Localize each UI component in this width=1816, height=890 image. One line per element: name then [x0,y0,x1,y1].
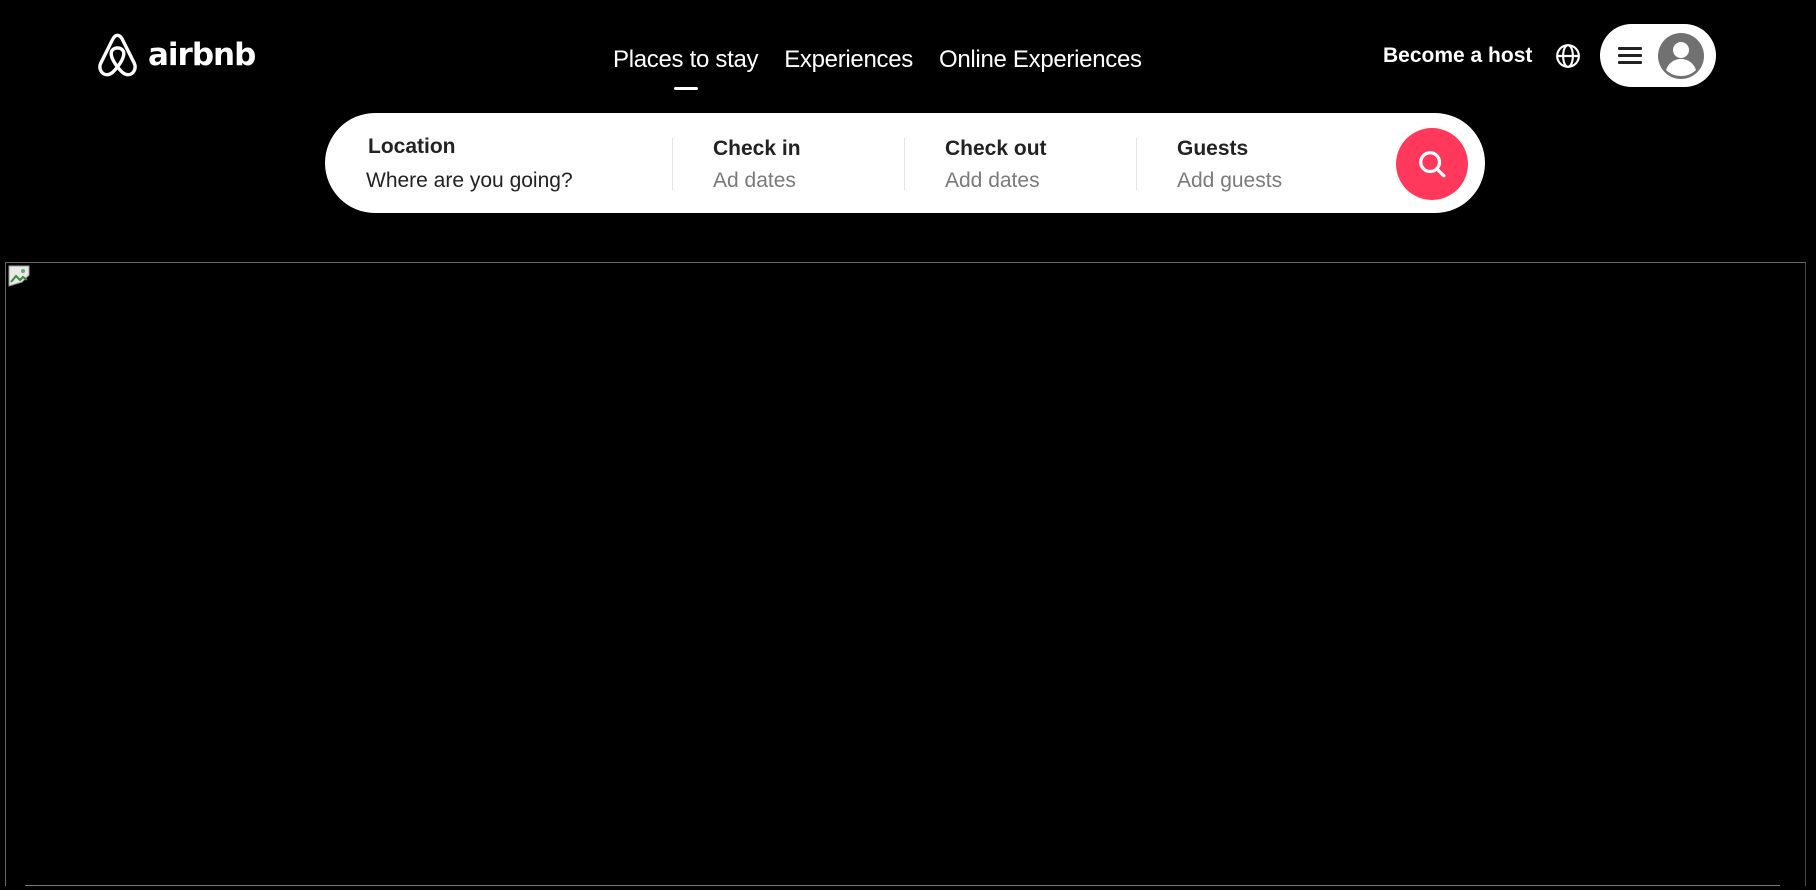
hamburger-menu-icon [1618,46,1642,65]
main-nav: Places to stay Experiences Online Experi… [613,46,1142,90]
check-out-value: Add dates [945,169,1040,192]
search-button[interactable] [1396,128,1468,200]
check-in-field[interactable]: Check in Ad dates [713,113,913,213]
nav-label: Places to stay [613,46,759,73]
location-label: Location [368,135,456,158]
nav-online-experiences[interactable]: Online Experiences [939,46,1142,74]
field-divider [1136,138,1137,190]
user-avatar-icon [1658,32,1704,79]
active-tab-indicator [673,87,698,90]
check-out-label: Check out [945,137,1047,160]
nav-label: Online Experiences [938,46,1142,73]
check-in-value: Ad dates [713,169,796,192]
guests-field[interactable]: Guests Add guests [1177,113,1377,213]
user-menu-button[interactable] [1600,24,1716,87]
guests-label: Guests [1177,137,1249,160]
nav-places-to-stay[interactable]: Places to stay [613,46,759,90]
become-a-host-link[interactable]: Become a host [1383,44,1532,68]
location-input[interactable] [366,169,626,193]
airbnb-belo-icon [95,30,140,80]
check-in-label: Check in [713,137,801,160]
airbnb-logo[interactable]: airbnb [95,30,256,80]
nav-label: Experiences [784,46,913,73]
field-divider [904,138,905,190]
broken-image-icon [8,265,30,287]
page: airbnb Places to stay Experiences Online… [0,0,1816,890]
globe-icon[interactable] [1555,43,1581,69]
hero-bottom-border [25,885,1780,886]
search-bar: Location Check in Ad dates Check out Add… [325,113,1485,213]
brand-name: airbnb [148,37,256,73]
guests-value: Add guests [1177,169,1283,192]
check-out-field[interactable]: Check out Add dates [945,113,1145,213]
field-divider [672,138,673,190]
location-field[interactable]: Location [365,113,665,213]
nav-experiences[interactable]: Experiences [784,46,913,74]
hero-image [5,262,1806,886]
search-icon [1417,149,1447,179]
